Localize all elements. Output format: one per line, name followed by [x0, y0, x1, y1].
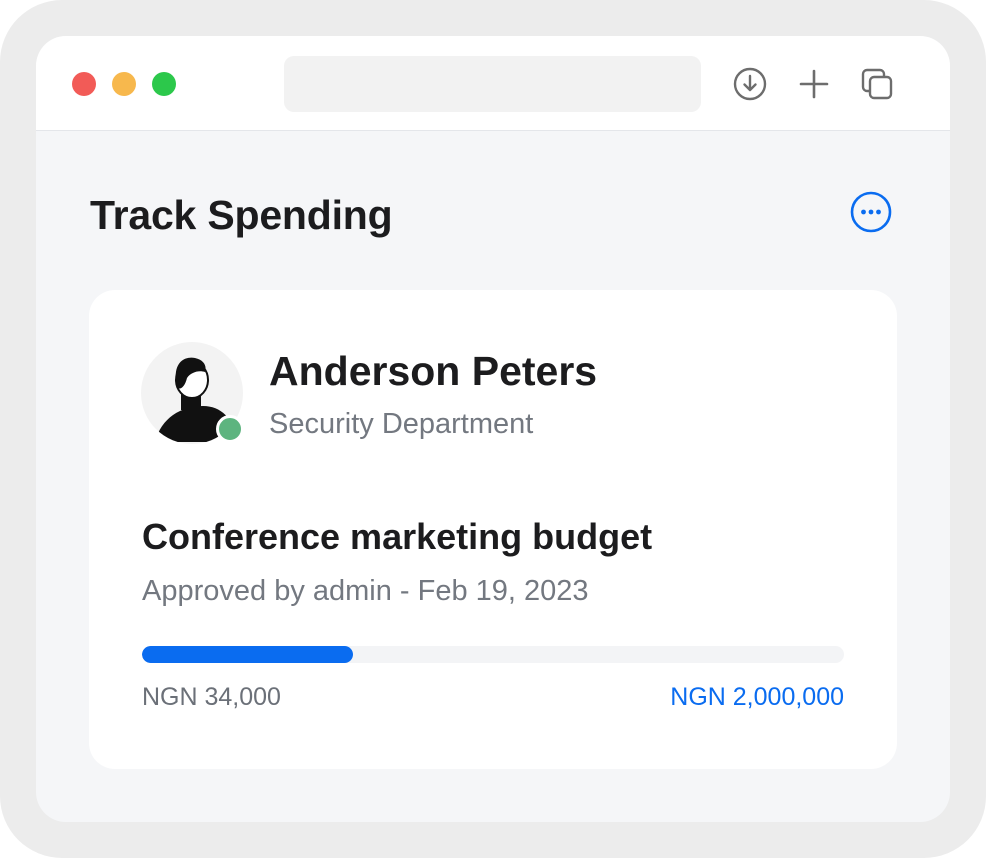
- spending-card[interactable]: Anderson Peters Security Department Conf…: [89, 290, 897, 769]
- device-frame: Track Spending Anderson Peters Security …: [0, 0, 986, 858]
- address-bar[interactable]: [284, 56, 701, 112]
- total-budget-amount: NGN 2,000,000: [670, 683, 844, 711]
- user-avatar: [141, 342, 244, 444]
- download-icon[interactable]: [732, 66, 768, 102]
- browser-window: Track Spending Anderson Peters Security …: [36, 36, 950, 822]
- more-options-button[interactable]: [850, 191, 892, 233]
- minimize-window-button[interactable]: [112, 72, 136, 96]
- budget-progress-bar: [142, 646, 844, 663]
- more-horizontal-icon: [850, 191, 892, 233]
- tabs-icon[interactable]: [859, 66, 895, 102]
- page-title: Track Spending: [90, 192, 393, 238]
- user-name: Anderson Peters: [269, 348, 598, 394]
- user-department: Security Department: [269, 408, 534, 440]
- online-status-indicator: [216, 415, 244, 443]
- plus-icon[interactable]: [796, 66, 832, 102]
- approval-status: Approved by admin - Feb 19, 2023: [142, 575, 589, 607]
- budget-progress-fill: [142, 646, 353, 663]
- spent-amount: NGN 34,000: [142, 683, 281, 711]
- maximize-window-button[interactable]: [152, 72, 176, 96]
- budget-title: Conference marketing budget: [142, 516, 653, 557]
- close-window-button[interactable]: [72, 72, 96, 96]
- browser-titlebar: [36, 36, 950, 131]
